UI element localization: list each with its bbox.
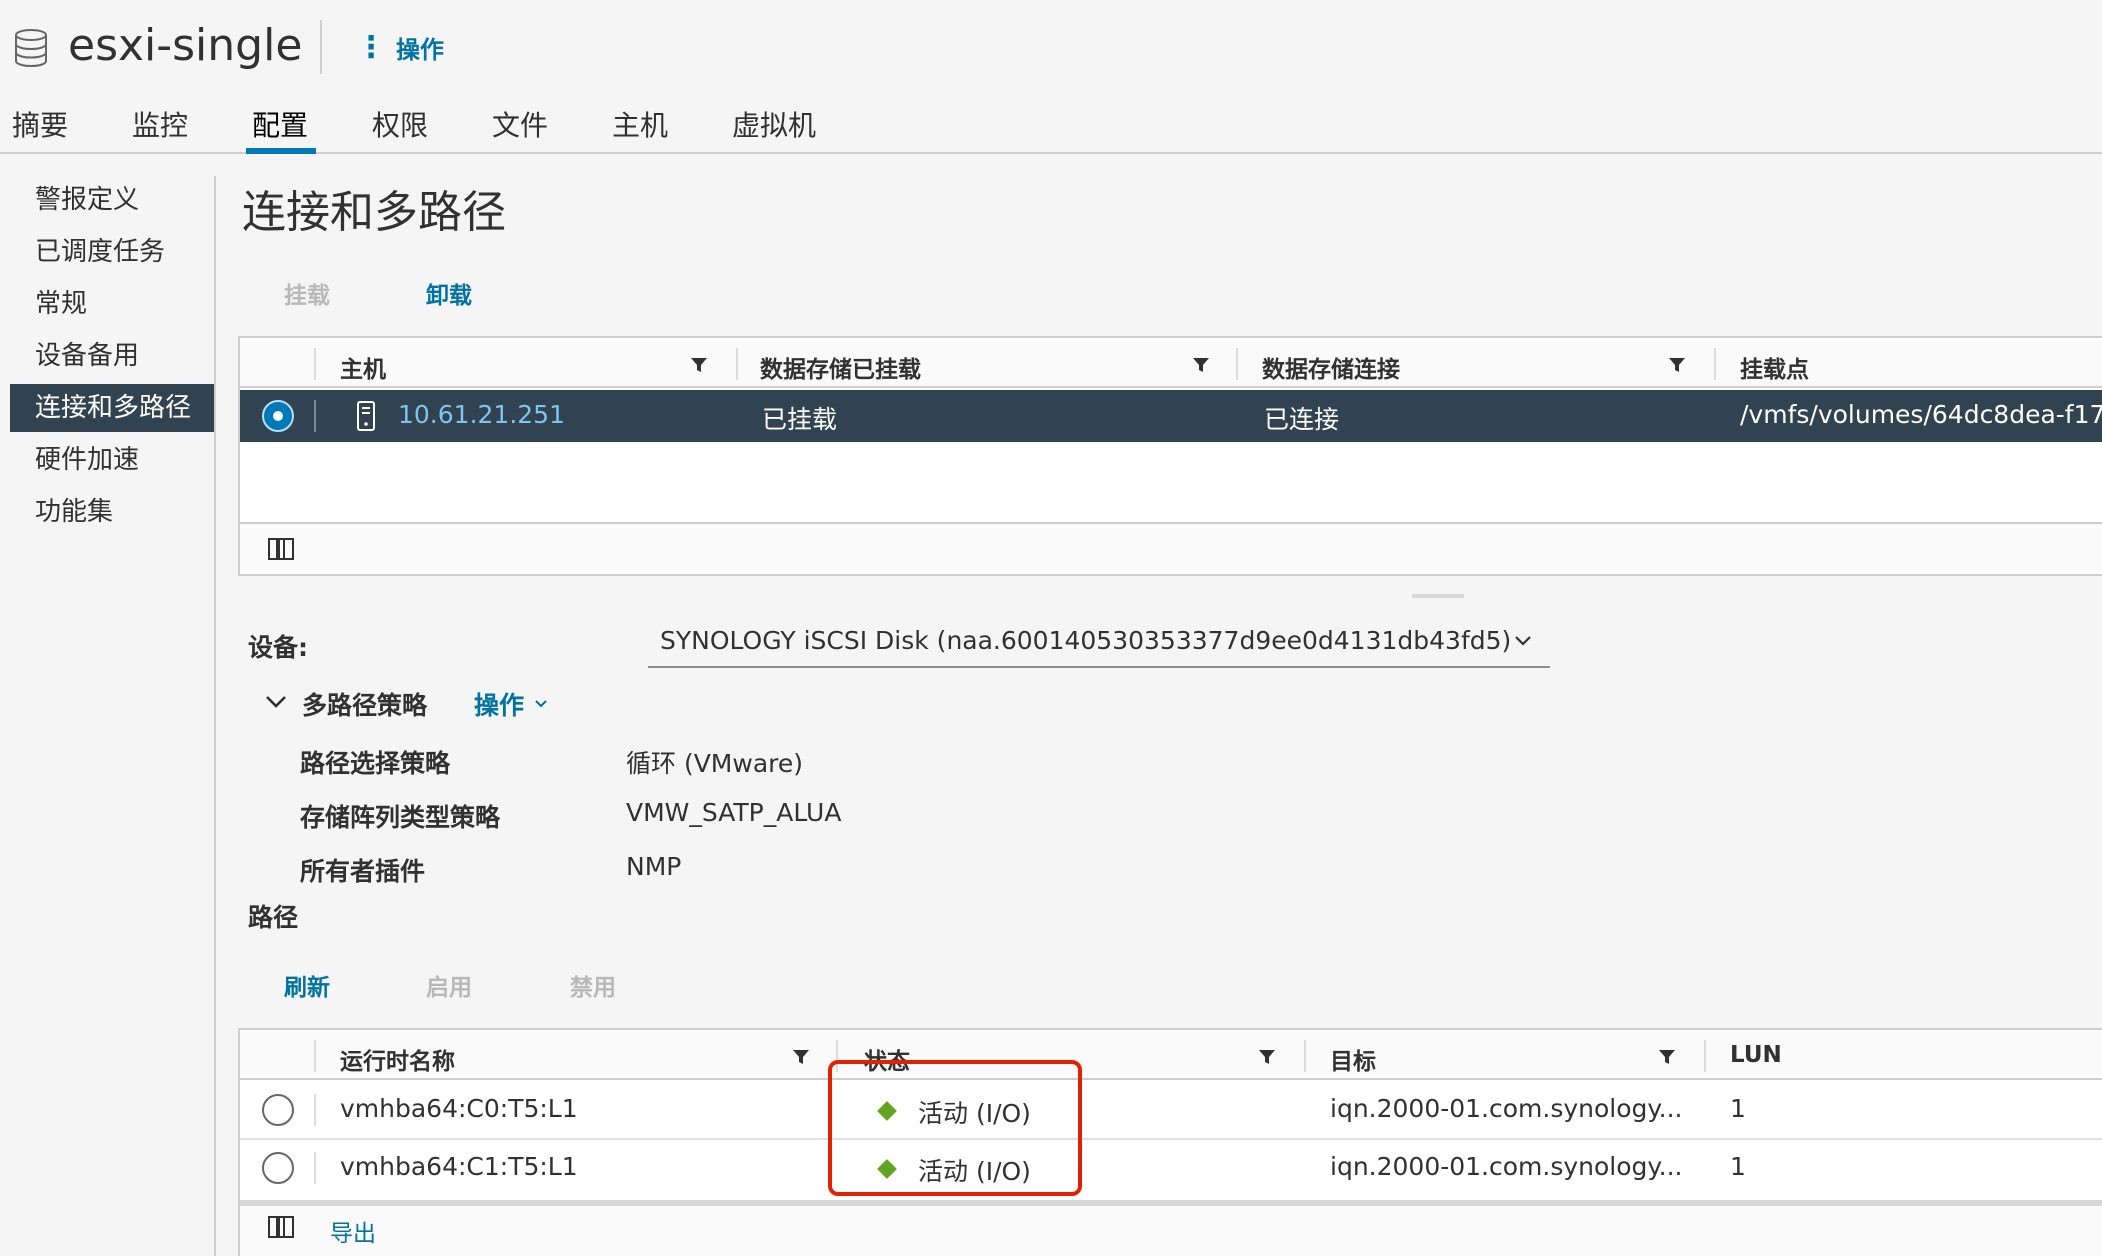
multipath-policy-heading: 多路径策略 [302,691,428,720]
column-header-runtime-name[interactable]: 运行时名称 [340,1042,455,1076]
device-select[interactable]: SYNOLOGY iSCSI Disk (naa.600140530353377… [648,622,1550,668]
tab-files[interactable]: 文件 [492,104,548,156]
target-value: iqn.2000-01.com.synology... [1330,1094,1683,1123]
sidebar-item-connectivity-multipathing[interactable]: 连接和多路径 [10,384,214,432]
mount-point-value: /vmfs/volumes/64dc8dea-f17 [1740,400,2102,429]
paths-grid: 运行时名称 状态 目标 LUN vmhba64:C0:T5:L1 活动 (I/O… [238,1028,2102,1256]
sidebar-item-device-backing[interactable]: 设备备用 [10,332,214,380]
header-divider [320,20,322,74]
column-separator [314,1094,316,1126]
table-row[interactable]: vmhba64:C0:T5:L1 活动 (I/O) iqn.2000-01.co… [240,1082,2102,1140]
column-header-mount-point[interactable]: 挂载点 [1740,350,1809,384]
sidebar-item-scheduled-tasks[interactable]: 已调度任务 [10,228,214,276]
hosts-grid: 主机 数据存储已挂载 数据存储连接 挂载点 10.61.21.251 已挂载 已… [238,336,2102,576]
host-server-icon [357,401,375,431]
annotation-highlight-box [828,1060,1082,1196]
object-title: esxi-single [68,20,303,71]
row-radio[interactable] [262,1094,294,1126]
column-separator [736,348,738,380]
sidebar-item-general[interactable]: 常规 [10,280,214,328]
tab-bar: 摘要 监控 配置 权限 文件 主机 虚拟机 [0,96,2102,154]
table-row[interactable]: 10.61.21.251 已挂载 已连接 /vmfs/volumes/64dc8… [240,390,2102,442]
filter-icon[interactable] [792,1048,810,1066]
path-selection-policy-label: 路径选择策略 [300,749,451,778]
sidebar-item-hardware-acceleration[interactable]: 硬件加速 [10,436,214,484]
refresh-button[interactable]: 刷新 [284,968,330,1002]
lun-value: 1 [1730,1094,1746,1123]
lun-value: 1 [1730,1152,1746,1181]
runtime-name-value: vmhba64:C1:T5:L1 [340,1152,578,1181]
device-select-value: SYNOLOGY iSCSI Disk (naa.600140530353377… [660,626,1512,655]
enable-path-button[interactable]: 启用 [426,968,472,1002]
column-separator [1704,1040,1706,1072]
runtime-name-value: vmhba64:C0:T5:L1 [340,1094,578,1123]
filter-icon[interactable] [1258,1048,1276,1066]
unmount-button[interactable]: 卸载 [426,276,472,310]
column-header-datastore-mounted[interactable]: 数据存储已挂载 [760,350,921,384]
grid-header: 主机 数据存储已挂载 数据存储连接 挂载点 [240,338,2102,388]
path-selection-policy-value: 循环 (VMware) [626,749,804,778]
row-radio[interactable] [262,1152,294,1184]
column-toggle-icon[interactable] [268,1216,294,1238]
multipath-actions-button[interactable]: 操作 [474,686,548,722]
collapse-chevron-icon[interactable] [264,690,288,714]
grid-footer: 导出 [240,1200,2102,1256]
filter-icon[interactable] [1658,1048,1676,1066]
owner-plugin-value: NMP [626,852,682,881]
column-toggle-icon[interactable] [268,538,294,560]
filter-icon[interactable] [1668,356,1686,374]
storage-array-type-policy-label: 存储阵列类型策略 [300,803,501,832]
tab-permissions[interactable]: 权限 [372,104,428,156]
vertical-ellipsis-icon: ⋮ [356,29,386,65]
host-link[interactable]: 10.61.21.251 [398,400,565,429]
chevron-down-icon [535,700,547,708]
actions-menu-button[interactable]: ⋮ 操作 [356,30,444,65]
storage-array-type-policy-value: VMW_SATP_ALUA [626,798,842,827]
tab-vms[interactable]: 虚拟机 [732,104,816,156]
column-header-datastore-connection[interactable]: 数据存储连接 [1262,350,1400,384]
paths-heading: 路径 [248,903,299,932]
tab-hosts[interactable]: 主机 [612,104,668,156]
export-button[interactable]: 导出 [330,1214,376,1248]
owner-plugin-label: 所有者插件 [300,857,426,886]
actions-menu-label: 操作 [396,36,444,64]
datastore-mounted-value: 已挂载 [762,405,838,434]
table-row[interactable]: vmhba64:C1:T5:L1 活动 (I/O) iqn.2000-01.co… [240,1142,2102,1198]
sidebar-item-alarm-definitions[interactable]: 警报定义 [10,176,214,224]
filter-icon[interactable] [690,356,708,374]
disable-path-button[interactable]: 禁用 [570,968,616,1002]
active-tab-indicator [246,148,316,154]
sidebar: 警报定义 已调度任务 常规 设备备用 连接和多路径 硬件加速 功能集 [0,176,216,1256]
multipath-actions-label: 操作 [474,691,525,720]
column-header-host[interactable]: 主机 [340,350,386,384]
sidebar-item-capability-sets[interactable]: 功能集 [10,488,214,536]
grid-footer [240,522,2102,574]
pane-resize-handle[interactable] [1412,594,1464,598]
datastore-connection-value: 已连接 [1264,405,1340,434]
chevron-down-icon [1515,636,1531,646]
column-separator [314,1040,316,1072]
column-separator [1714,348,1716,380]
device-label: 设备: [248,633,308,662]
column-separator [1304,1040,1306,1072]
tab-monitor[interactable]: 监控 [132,104,188,156]
filter-icon[interactable] [1192,356,1210,374]
column-separator [314,348,316,380]
target-value: iqn.2000-01.com.synology... [1330,1152,1683,1181]
column-header-lun[interactable]: LUN [1730,1042,1782,1068]
column-separator [314,1152,316,1184]
datastore-icon [15,29,47,68]
row-radio[interactable] [262,400,294,432]
mount-button[interactable]: 挂载 [284,276,330,310]
column-separator [1236,348,1238,380]
grid-header: 运行时名称 状态 目标 LUN [240,1030,2102,1080]
column-header-target[interactable]: 目标 [1330,1042,1376,1076]
column-separator [314,400,316,432]
page-title: 连接和多路径 [242,187,506,238]
tab-summary[interactable]: 摘要 [12,104,68,156]
